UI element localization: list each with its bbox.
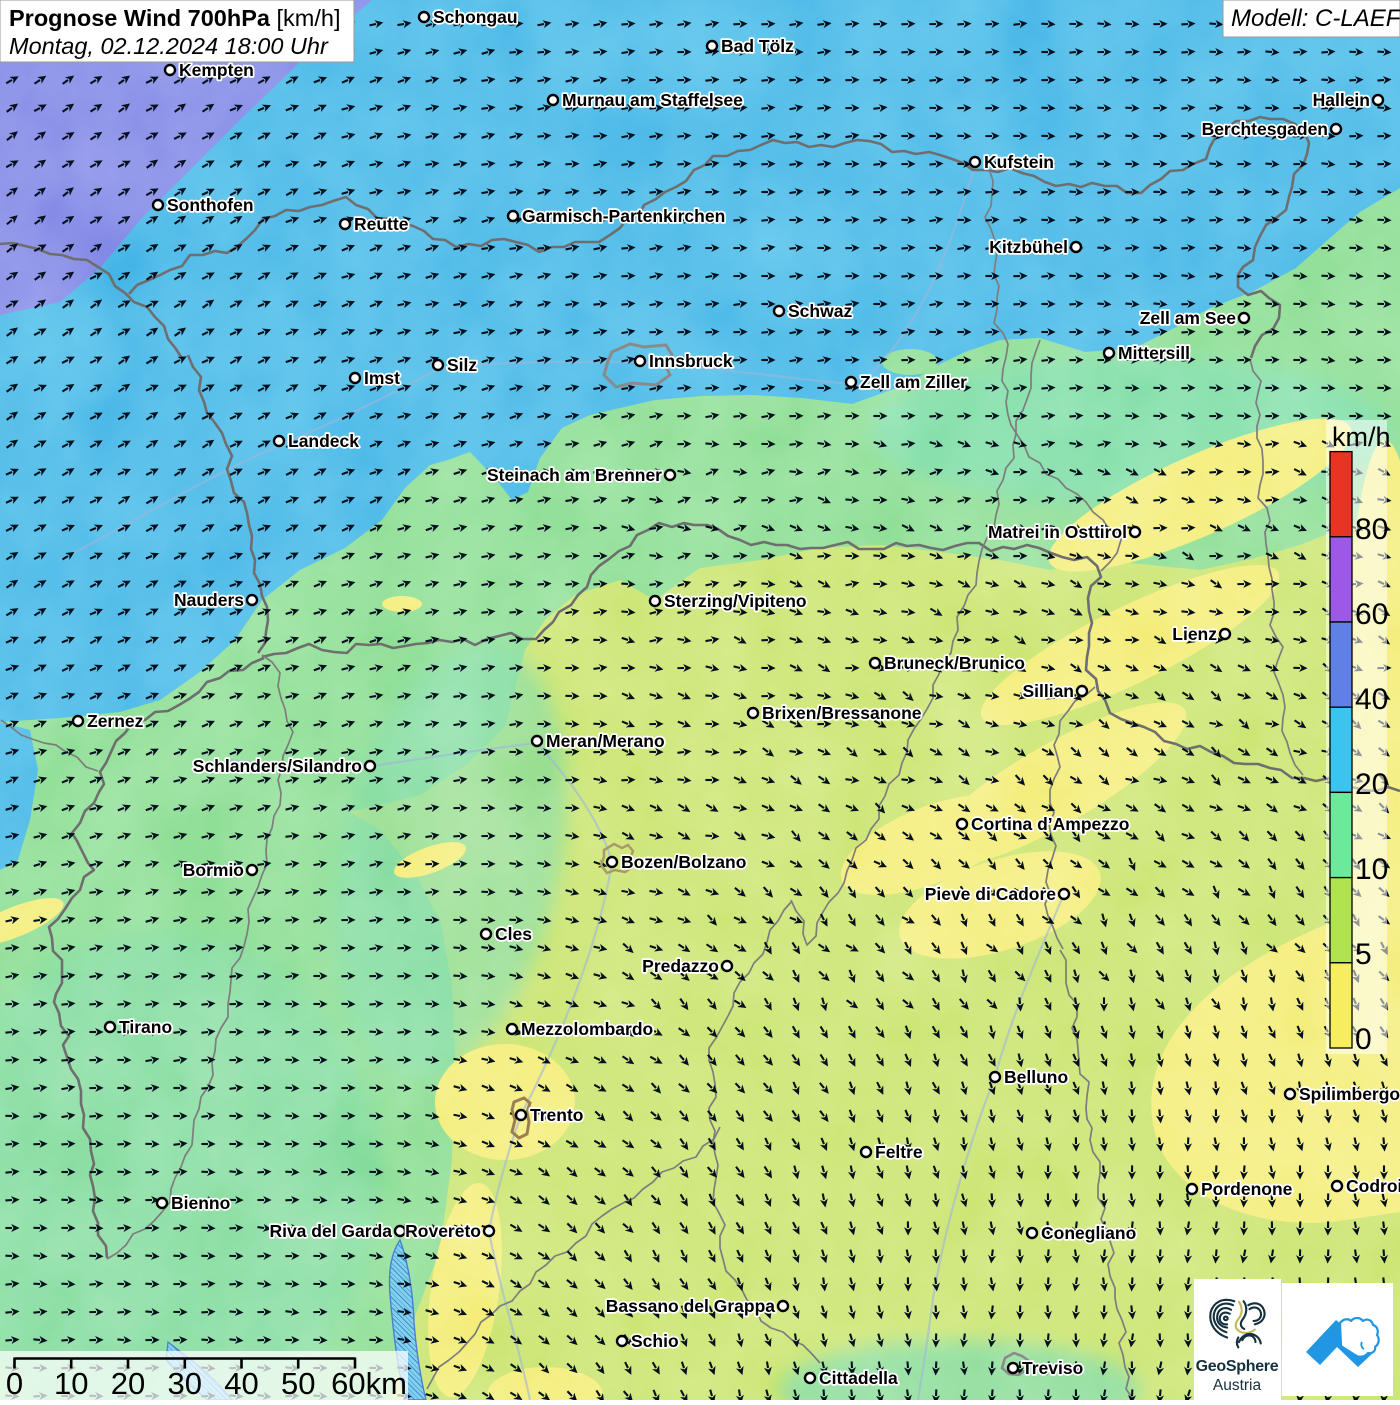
svg-text:Trento: Trento [530, 1105, 583, 1125]
svg-text:Bad Tölz: Bad Tölz [721, 36, 794, 56]
svg-text:40: 40 [1355, 683, 1388, 716]
svg-text:Feltre: Feltre [875, 1142, 923, 1162]
svg-text:Tirano: Tirano [119, 1017, 172, 1037]
svg-text:Cortina d’Ampezzo: Cortina d’Ampezzo [971, 814, 1129, 834]
svg-text:20: 20 [1355, 768, 1388, 801]
svg-text:Riva del Garda: Riva del Garda [269, 1221, 392, 1241]
svg-text:20: 20 [111, 1366, 145, 1400]
svg-text:Reutte: Reutte [354, 214, 409, 234]
svg-text:Austria: Austria [1213, 1377, 1262, 1394]
svg-text:Steinach am Brenner: Steinach am Brenner [487, 465, 662, 485]
svg-text:50: 50 [281, 1366, 315, 1400]
svg-text:Zernez: Zernez [87, 711, 144, 731]
svg-text:Sterzing/Vipiteno: Sterzing/Vipiteno [664, 591, 807, 611]
svg-text:Zell am Ziller: Zell am Ziller [860, 372, 967, 392]
svg-text:Kufstein: Kufstein [984, 152, 1054, 172]
svg-text:Imst: Imst [364, 368, 400, 388]
svg-text:Montag, 02.12.2024 18:00 Uhr: Montag, 02.12.2024 18:00 Uhr [9, 33, 329, 59]
svg-text:Lienz: Lienz [1172, 624, 1217, 644]
svg-text:Bozen/Bolzano: Bozen/Bolzano [621, 852, 746, 872]
svg-text:Kitzbühel: Kitzbühel [989, 237, 1068, 257]
svg-text:Hallein: Hallein [1313, 90, 1370, 110]
svg-text:Mezzolombardo: Mezzolombardo [521, 1019, 653, 1039]
svg-text:Schlanders/Silandro: Schlanders/Silandro [193, 756, 362, 776]
svg-text:10: 10 [54, 1366, 88, 1400]
svg-text:Rovereto: Rovereto [405, 1221, 481, 1241]
svg-text:Predazzo: Predazzo [642, 956, 719, 976]
svg-text:Prognose Wind 700hPa [km/h]: Prognose Wind 700hPa [km/h] [9, 5, 340, 31]
svg-text:Innsbruck: Innsbruck [649, 351, 733, 371]
svg-text:Sonthofen: Sonthofen [167, 195, 254, 215]
svg-text:Meran/Merano: Meran/Merano [546, 731, 665, 751]
svg-text:Zell am See: Zell am See [1140, 308, 1237, 328]
svg-text:Modell: C-LAEF: Modell: C-LAEF [1231, 5, 1400, 32]
svg-text:60km: 60km [331, 1366, 407, 1400]
svg-text:Garmisch-Partenkirchen: Garmisch-Partenkirchen [522, 206, 725, 226]
svg-text:Kempten: Kempten [179, 60, 254, 80]
svg-text:30: 30 [168, 1366, 202, 1400]
svg-text:Brixen/Bressanone: Brixen/Bressanone [762, 703, 922, 723]
svg-text:Sillian: Sillian [1022, 681, 1074, 701]
svg-text:Silz: Silz [447, 355, 477, 375]
svg-text:Murnau am Staffelsee: Murnau am Staffelsee [562, 90, 743, 110]
svg-text:Codroipo: Codroipo [1346, 1176, 1400, 1196]
svg-text:Schongau: Schongau [433, 7, 518, 27]
svg-text:Conegliano: Conegliano [1041, 1223, 1136, 1243]
svg-text:40: 40 [224, 1366, 258, 1400]
svg-text:Cles: Cles [495, 924, 532, 944]
svg-text:Pordenone: Pordenone [1201, 1179, 1293, 1199]
svg-text:Mittersill: Mittersill [1118, 343, 1190, 363]
svg-text:Spilimbergo: Spilimbergo [1299, 1084, 1400, 1104]
svg-text:Bassano del Grappa: Bassano del Grappa [606, 1296, 775, 1316]
svg-text:Bienno: Bienno [171, 1193, 230, 1213]
svg-text:Berchtesgaden: Berchtesgaden [1202, 119, 1328, 139]
svg-text:Pieve di Cadore: Pieve di Cadore [925, 884, 1057, 904]
svg-text:60: 60 [1355, 598, 1388, 631]
svg-text:Schwaz: Schwaz [788, 301, 852, 321]
svg-text:0: 0 [6, 1366, 23, 1400]
svg-text:Treviso: Treviso [1022, 1358, 1083, 1378]
svg-text:Matrei in Osttirol: Matrei in Osttirol [988, 522, 1127, 542]
svg-text:km/h: km/h [1332, 422, 1391, 452]
svg-text:Belluno: Belluno [1004, 1067, 1068, 1087]
svg-text:Nauders: Nauders [174, 590, 244, 610]
svg-text:Landeck: Landeck [288, 431, 359, 451]
svg-text:GeoSphere: GeoSphere [1196, 1358, 1279, 1375]
svg-text:10: 10 [1355, 853, 1388, 886]
svg-text:Bormio: Bormio [183, 860, 244, 880]
svg-text:5: 5 [1355, 938, 1372, 971]
svg-text:Cittadella: Cittadella [819, 1368, 898, 1388]
svg-text:Schio: Schio [631, 1331, 679, 1351]
svg-text:80: 80 [1355, 513, 1388, 546]
svg-text:Bruneck/Brunico: Bruneck/Brunico [884, 653, 1025, 673]
svg-text:0: 0 [1355, 1023, 1372, 1056]
